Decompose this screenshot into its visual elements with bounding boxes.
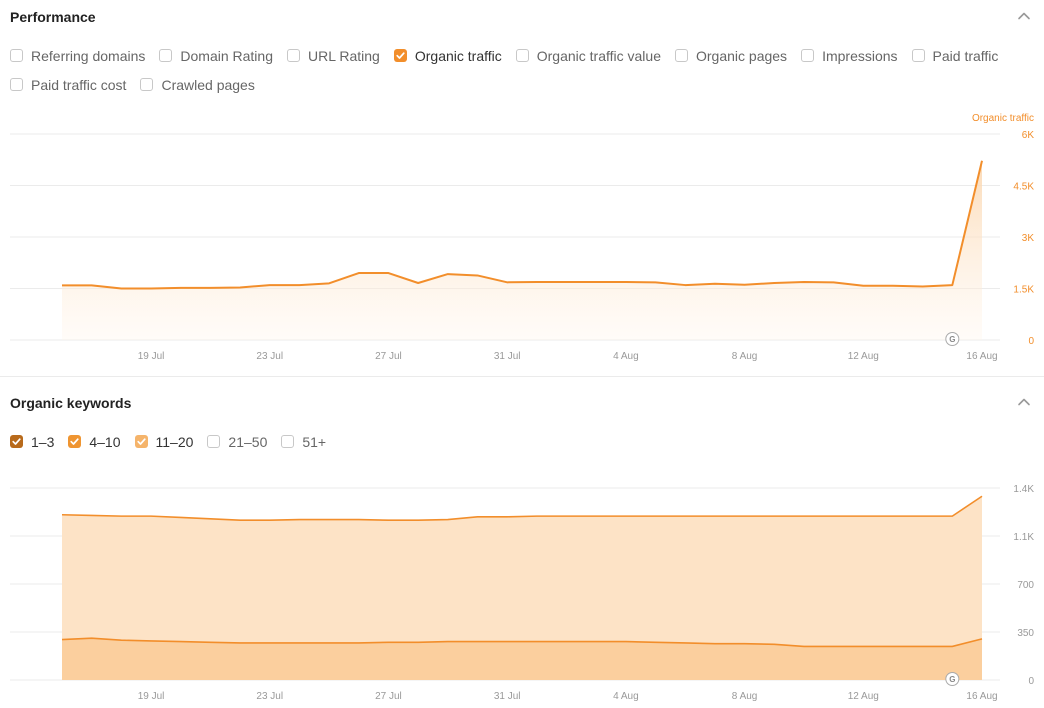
x-tick-label: 27 Jul	[375, 691, 402, 702]
checkbox-checked-icon[interactable]	[134, 435, 148, 448]
filter-label: Impressions	[822, 47, 898, 64]
filter-label: Organic pages	[696, 47, 788, 64]
filter-11-20[interactable]: 11–20	[134, 433, 194, 450]
organic-traffic-area	[62, 160, 982, 340]
filter-label: 11–20	[155, 433, 194, 450]
filter-paid-traffic[interactable]: Paid traffic	[911, 47, 999, 64]
x-tick-label: 19 Jul	[138, 691, 165, 702]
checkbox-unchecked-icon[interactable]	[10, 78, 23, 91]
organic-keywords-chart: 0 350 700 1.1K 1.4K 19 Jul 23 Jul 27 Jul 31 Jul 4…	[10, 484, 1034, 702]
performance-title: Performance	[10, 9, 96, 25]
filter-1-3[interactable]: 1–3	[10, 433, 54, 450]
filter-label: 1–3	[31, 433, 55, 450]
x-tick-label: 23 Jul	[256, 691, 283, 702]
organic-keywords-collapse-button[interactable]	[1016, 394, 1032, 410]
y-tick-label: 1.4K	[1013, 484, 1034, 495]
performance-collapse-button[interactable]	[1016, 8, 1032, 24]
y-tick-label: 6K	[1022, 130, 1035, 141]
checkbox-unchecked-icon[interactable]	[281, 435, 295, 448]
x-tick-label: 27 Jul	[375, 351, 402, 362]
y-axis-series-label: Organic traffic	[972, 113, 1034, 124]
keywords-4-10-line[interactable]	[61, 495, 983, 522]
filter-label: 4–10	[89, 433, 121, 450]
google-update-icon[interactable]: G	[945, 672, 960, 686]
y-tick-label: 3K	[1022, 233, 1035, 244]
x-tick-label: 16 Aug	[966, 351, 997, 362]
keyword-position-filters: 1–3 4–10 11–20 21–50 51+	[10, 433, 1024, 450]
filter-impressions[interactable]: Impressions	[801, 47, 898, 64]
filter-label: 21–50	[228, 433, 268, 450]
x-tick-label: 31 Jul	[494, 351, 521, 362]
checkbox-unchecked-icon[interactable]	[801, 49, 815, 62]
y-tick-label: 4.5K	[1013, 182, 1034, 193]
filter-label: 51+	[302, 433, 327, 450]
filter-label: Referring domains	[31, 47, 146, 64]
filter-label: Domain Rating	[180, 47, 273, 64]
y-tick-label: 700	[1017, 580, 1034, 591]
y-tick-label: 1.5K	[1013, 285, 1034, 296]
x-tick-label: 31 Jul	[494, 691, 521, 702]
checkbox-unchecked-icon[interactable]	[675, 49, 688, 62]
checkbox-checked-icon[interactable]	[393, 49, 407, 62]
checkbox-checked-icon[interactable]	[68, 435, 82, 448]
filter-label: Paid traffic cost	[31, 76, 127, 93]
checkbox-unchecked-icon[interactable]	[10, 49, 23, 62]
checkbox-unchecked-icon[interactable]	[140, 78, 154, 91]
filter-url-rating[interactable]: URL Rating	[287, 47, 380, 64]
section-divider	[0, 376, 1044, 377]
filter-label: Paid traffic	[932, 47, 999, 64]
filter-label: Organic traffic value	[536, 47, 661, 64]
organic-traffic-line[interactable]	[62, 160, 983, 290]
performance-metric-filters: Referring domains Domain Rating URL Rating…	[10, 47, 1024, 93]
filter-referring-domains[interactable]: Referring domains	[10, 47, 145, 64]
checkbox-unchecked-icon[interactable]	[159, 49, 173, 62]
filter-label: Organic traffic	[414, 47, 502, 64]
filter-21-50[interactable]: 21–50	[207, 433, 267, 450]
y-tick-label: 350	[1017, 628, 1034, 639]
filter-paid-traffic-cost[interactable]: Paid traffic cost	[10, 76, 126, 93]
organic-keywords-title: Organic keywords	[10, 395, 132, 411]
x-tick-label: 16 Aug	[966, 691, 997, 702]
checkbox-checked-icon[interactable]	[10, 435, 23, 448]
google-update-icon[interactable]: G	[945, 332, 960, 346]
checkbox-unchecked-icon[interactable]	[911, 49, 925, 62]
filter-label: URL Rating	[308, 47, 380, 64]
organic-traffic-chart: Organic traffic 0 1.5K 3K 4.5K 6K 19 Jul 23 Jul…	[10, 113, 1035, 362]
x-tick-label: 8 Aug	[732, 691, 758, 702]
x-tick-label: 19 Jul	[138, 351, 165, 362]
y-tick-label: 0	[1028, 676, 1034, 687]
checkbox-unchecked-icon[interactable]	[515, 49, 529, 62]
filter-domain-rating[interactable]: Domain Rating	[159, 47, 273, 64]
x-tick-label: 12 Aug	[848, 351, 879, 362]
filter-organic-pages[interactable]: Organic pages	[675, 47, 787, 64]
google-update-label: G	[949, 675, 955, 684]
filter-label: Crawled pages	[161, 76, 255, 93]
x-tick-label: 12 Aug	[848, 691, 879, 702]
google-update-label: G	[949, 335, 955, 344]
checkbox-unchecked-icon[interactable]	[207, 435, 221, 448]
filter-organic-traffic-value[interactable]: Organic traffic value	[515, 47, 661, 64]
x-tick-label: 4 Aug	[613, 691, 639, 702]
x-tick-label: 4 Aug	[613, 351, 639, 362]
checkbox-unchecked-icon[interactable]	[287, 49, 300, 62]
chevron-up-icon	[1018, 12, 1030, 20]
filter-organic-traffic[interactable]: Organic traffic	[393, 47, 502, 64]
chevron-up-icon	[1018, 398, 1030, 406]
filter-crawled-pages[interactable]: Crawled pages	[140, 76, 255, 93]
filter-4-10[interactable]: 4–10	[68, 433, 121, 450]
x-tick-label: 23 Jul	[256, 351, 283, 362]
y-tick-label: 0	[1028, 336, 1034, 347]
x-tick-label: 8 Aug	[732, 351, 758, 362]
y-tick-label: 1.1K	[1013, 532, 1034, 543]
filter-51[interactable]: 51+	[281, 433, 326, 450]
